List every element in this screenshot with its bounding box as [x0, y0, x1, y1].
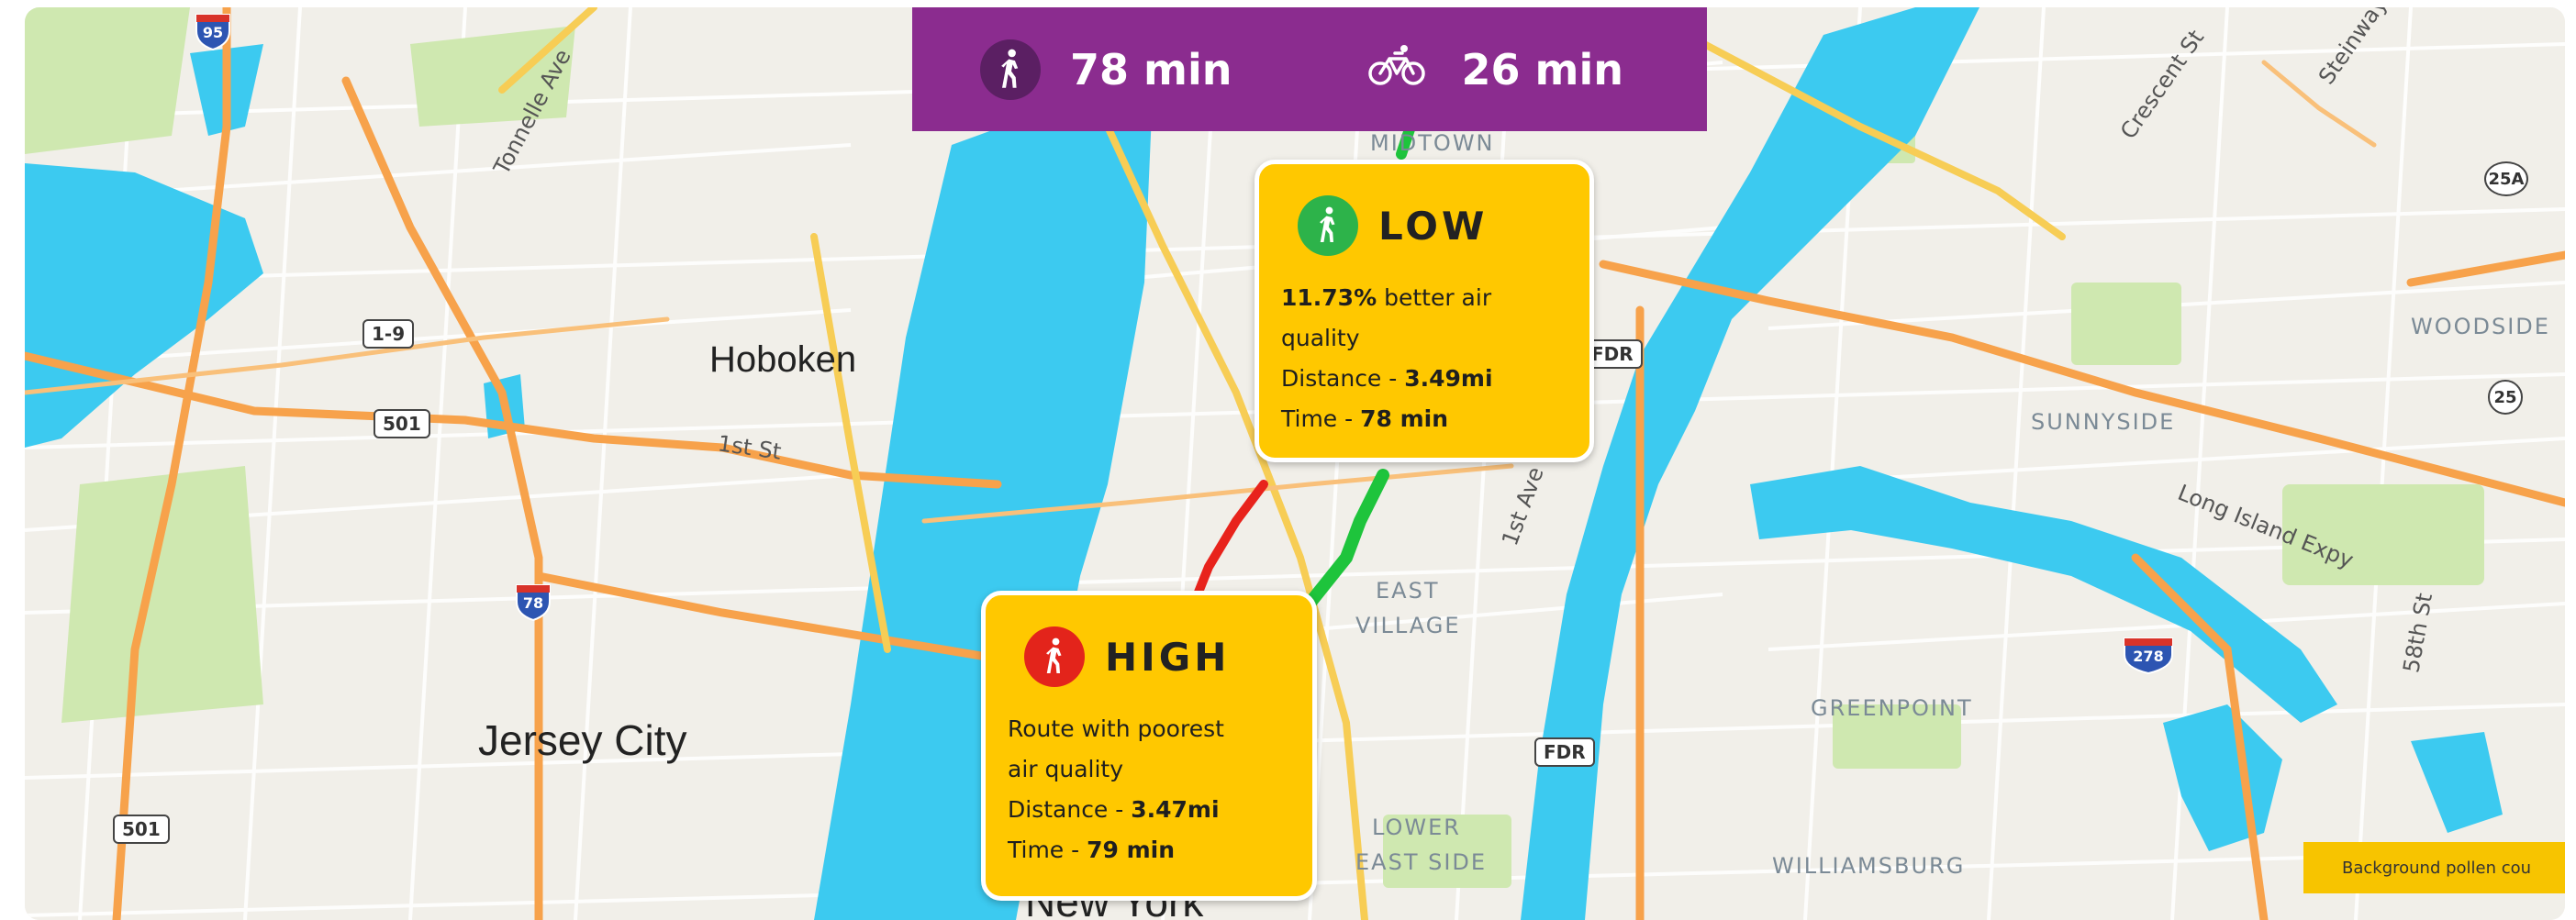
low-pollution-route-card[interactable]: LOW 11.73% better air quality Distance -…	[1255, 160, 1594, 462]
cycling-mode[interactable]: 26 min	[1367, 42, 1623, 96]
walking-person-icon	[980, 39, 1041, 100]
distance-value: 3.49mi	[1404, 365, 1493, 392]
us-1-9-shield: 1-9	[362, 319, 415, 349]
air-quality-text: quality	[1281, 325, 1360, 351]
pollen-legend: Background pollen cou	[2303, 842, 2565, 893]
shield-number: 78	[522, 594, 544, 612]
district-label-midtown: MIDTOWN	[1370, 130, 1495, 156]
district-label-lower-east-side: EAST SIDE	[1355, 849, 1488, 875]
air-quality-text: Route with poorest	[1008, 715, 1224, 742]
distance-label: Distance -	[1281, 365, 1405, 392]
interstate-78-shield: 78	[513, 582, 553, 622]
route-501-shield: 501	[113, 815, 170, 844]
time-value: 78 min	[1360, 405, 1449, 432]
fdr-shield: FDR	[1534, 737, 1595, 767]
distance-label: Distance -	[1008, 796, 1132, 823]
bicycle-icon	[1367, 42, 1426, 96]
air-quality-line: 11.73% better air	[1281, 278, 1589, 318]
air-quality-text: air quality	[1008, 756, 1124, 782]
air-quality-text: better air	[1377, 284, 1492, 311]
interstate-95-shield: 95	[193, 11, 233, 51]
high-pollution-route-card[interactable]: HIGH Route with poorest air quality Dist…	[981, 591, 1317, 901]
travel-mode-bar: 78 min 26 min	[912, 7, 1707, 131]
district-label-greenpoint: GREENPOINT	[1811, 695, 1973, 721]
pollen-legend-text: Background pollen cou	[2342, 858, 2532, 878]
city-label-jersey-city: Jersey City	[478, 716, 687, 764]
time-label: Time -	[1281, 405, 1361, 432]
pollution-level: HIGH	[1105, 634, 1231, 680]
air-quality-percent: 11.73%	[1281, 284, 1377, 311]
distance-line: Distance - 3.47mi	[1008, 790, 1312, 830]
time-value: 79 min	[1087, 837, 1176, 863]
cycling-time: 26 min	[1461, 44, 1623, 94]
district-label-east-village: EAST	[1376, 578, 1440, 604]
walking-person-icon	[1298, 195, 1358, 256]
shield-number: 278	[2133, 648, 2164, 665]
distance-value: 3.47mi	[1131, 796, 1220, 823]
walking-time: 78 min	[1070, 44, 1232, 94]
interstate-278-shield: 278	[2121, 635, 2176, 675]
district-label-sunnyside: SUNNYSIDE	[2031, 409, 2176, 435]
time-line: Time - 79 min	[1008, 830, 1312, 870]
walking-person-icon	[1024, 626, 1085, 687]
district-label-lower-east-side: LOWER	[1372, 815, 1461, 840]
city-label-hoboken: Hoboken	[709, 339, 857, 380]
route-501-shield: 501	[374, 409, 430, 438]
route-25a-shield: 25A	[2484, 161, 2528, 196]
time-line: Time - 78 min	[1281, 399, 1589, 439]
route-25-shield: 25	[2488, 380, 2523, 415]
pollution-level: LOW	[1378, 203, 1489, 249]
distance-line: Distance - 3.49mi	[1281, 359, 1589, 399]
map-canvas[interactable]: 95 78 278 1-9 501 501 FDR FDR 25A 25 Hob…	[25, 7, 2565, 920]
shield-number: 95	[202, 24, 224, 41]
walking-mode[interactable]: 78 min	[980, 39, 1232, 100]
district-label-east-village: VILLAGE	[1355, 613, 1461, 638]
district-label-williamsburg: WILLIAMSBURG	[1772, 853, 1966, 879]
time-label: Time -	[1008, 837, 1087, 863]
district-label-woodside: WOODSIDE	[2411, 314, 2550, 339]
